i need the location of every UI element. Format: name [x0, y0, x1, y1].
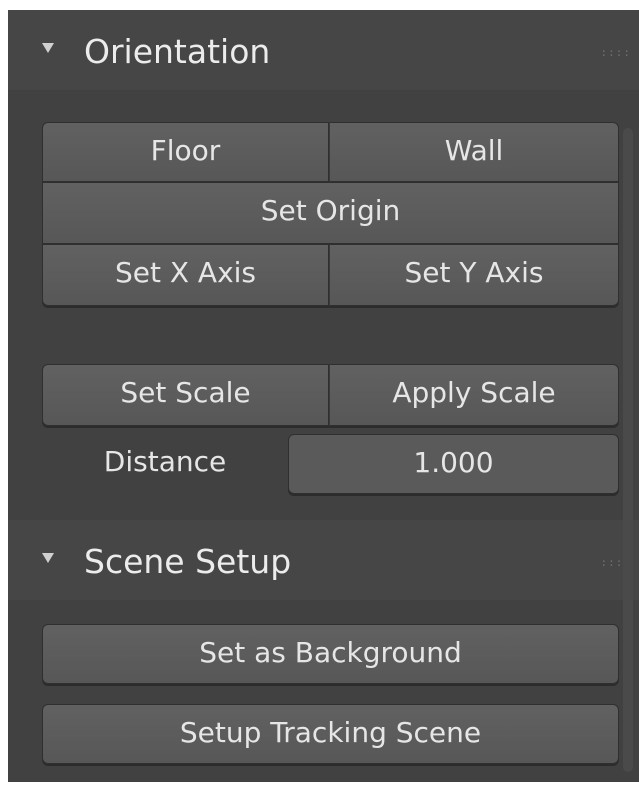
orientation-panel-header[interactable]: Orientation ::::	[8, 10, 639, 90]
collapse-triangle-icon[interactable]	[42, 43, 54, 53]
orientation-panel-body: Floor Wall Set Origin Set X Axis Set Y A…	[8, 90, 639, 520]
scene-setup-panel-title: Scene Setup	[84, 542, 292, 581]
panel-scrollbar[interactable]	[623, 128, 633, 772]
set-x-axis-button[interactable]: Set X Axis	[42, 244, 329, 306]
set-as-background-button[interactable]: Set as Background	[42, 624, 619, 684]
wall-button[interactable]: Wall	[329, 122, 619, 182]
apply-scale-button[interactable]: Apply Scale	[329, 364, 619, 426]
set-origin-button[interactable]: Set Origin	[42, 182, 619, 244]
scene-setup-panel-body: Set as Background Setup Tracking Scene	[8, 600, 639, 782]
scene-setup-panel-header[interactable]: Scene Setup ::::	[8, 520, 639, 600]
distance-label: Distance	[103, 445, 227, 478]
properties-panel: Orientation :::: Floor Wall Set Origin S…	[8, 10, 639, 782]
distance-field[interactable]: 1.000	[288, 434, 619, 494]
set-scale-button[interactable]: Set Scale	[42, 364, 329, 426]
orientation-panel-title: Orientation	[84, 32, 271, 71]
drag-grip-icon[interactable]: ::::	[601, 46, 632, 59]
floor-button[interactable]: Floor	[42, 122, 329, 182]
collapse-triangle-icon[interactable]	[42, 553, 54, 563]
setup-tracking-scene-button[interactable]: Setup Tracking Scene	[42, 704, 619, 764]
set-y-axis-button[interactable]: Set Y Axis	[329, 244, 619, 306]
